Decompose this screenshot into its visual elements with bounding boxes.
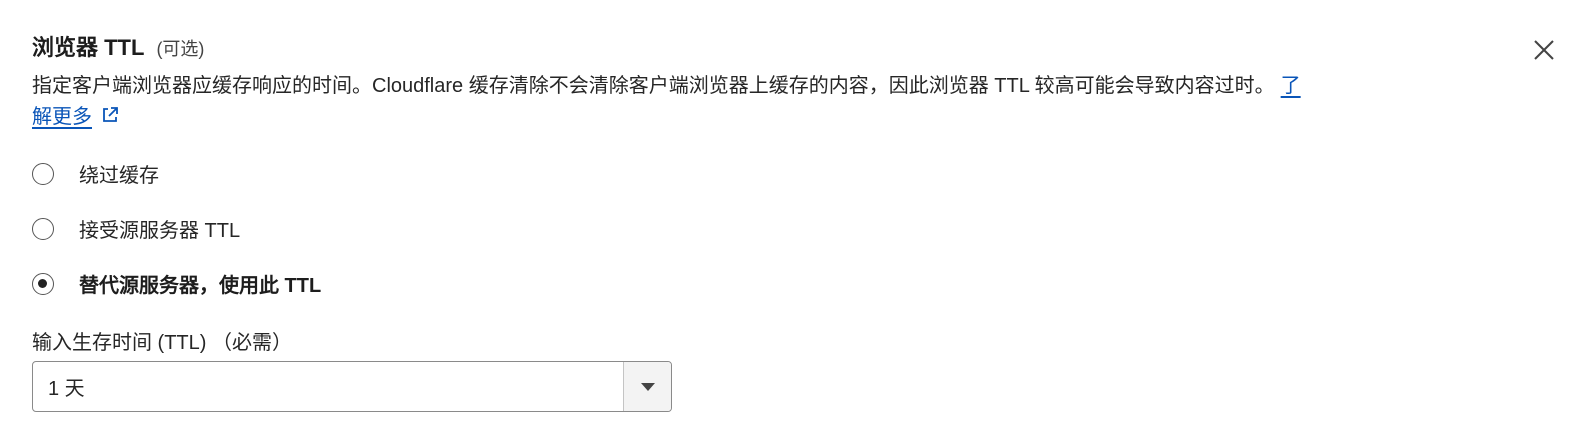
radio-label: 替代源服务器，使用此 TTL	[79, 275, 322, 297]
radio-label: 接受源服务器 TTL	[79, 220, 241, 242]
radio-button[interactable]	[32, 162, 54, 185]
browser-ttl-panel: 浏览器 TTL (可选) 指定客户端浏览器应缓存响应的时间。Cloudflare…	[0, 0, 1579, 433]
radio-button-selected[interactable]	[32, 272, 54, 295]
title-row: 浏览器 TTL (可选)	[32, 30, 204, 62]
ttl-field-label: 输入生存时间 (TTL) （必需）	[32, 332, 292, 354]
radio-override-origin[interactable]: 替代源服务器，使用此 TTL	[32, 269, 321, 298]
external-link-icon[interactable]	[100, 105, 120, 125]
description: 指定客户端浏览器应缓存响应的时间。Cloudflare 缓存清除不会清除客户端浏…	[32, 71, 1302, 133]
close-button[interactable]	[1530, 36, 1558, 64]
ttl-select-value: 1 天	[48, 378, 85, 400]
dropdown-toggle[interactable]	[623, 362, 671, 411]
optional-tag: (可选)	[156, 39, 205, 59]
panel-title: 浏览器 TTL	[32, 35, 145, 60]
radio-bypass-cache[interactable]: 绕过缓存	[32, 159, 159, 188]
radio-label: 绕过缓存	[79, 165, 159, 187]
radio-respect-origin-ttl[interactable]: 接受源服务器 TTL	[32, 214, 240, 243]
description-text: 指定客户端浏览器应缓存响应的时间。Cloudflare 缓存清除不会清除客户端浏…	[32, 75, 1275, 97]
close-icon	[1534, 40, 1554, 60]
radio-button[interactable]	[32, 217, 54, 240]
caret-down-icon	[640, 382, 655, 391]
ttl-select[interactable]: 1 天	[32, 361, 672, 412]
